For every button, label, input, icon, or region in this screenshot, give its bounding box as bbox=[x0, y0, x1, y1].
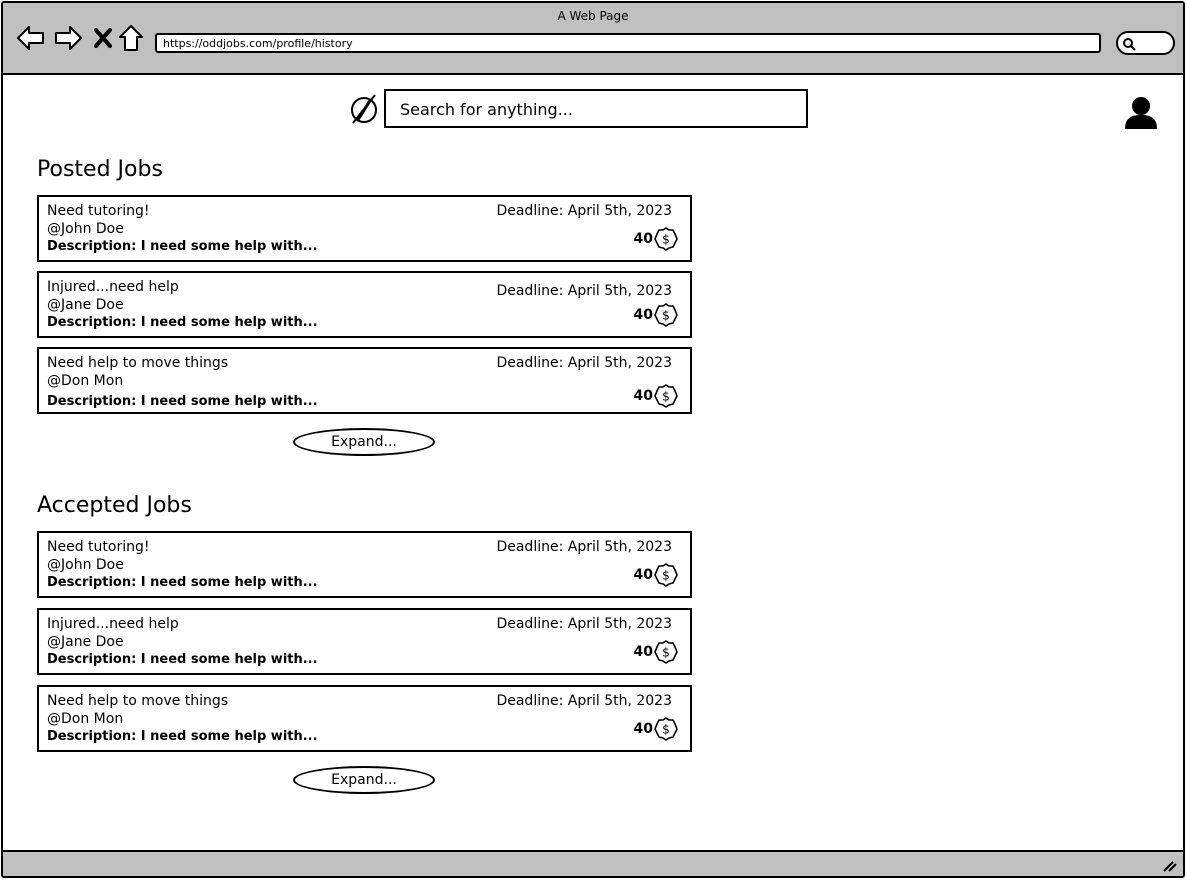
job-description: Description: I need some help with... bbox=[47, 729, 318, 744]
accepted-jobs-heading: Accepted Jobs bbox=[37, 493, 192, 518]
job-description: Description: I need some help with... bbox=[47, 239, 318, 254]
job-deadline: Deadline: April 5th, 2023 bbox=[496, 355, 672, 371]
svg-text:$: $ bbox=[662, 723, 670, 737]
posted-jobs-heading: Posted Jobs bbox=[37, 157, 163, 182]
accepted-job-card[interactable]: Injured...need help @Jane Doe Descriptio… bbox=[37, 608, 692, 675]
job-deadline: Deadline: April 5th, 2023 bbox=[496, 539, 672, 555]
job-description: Description: I need some help with... bbox=[47, 575, 318, 590]
home-button[interactable] bbox=[116, 23, 146, 53]
price-amount: 40 bbox=[633, 567, 653, 583]
dollar-coin-icon: $ bbox=[654, 717, 678, 741]
job-description: Description: I need some help with... bbox=[47, 394, 318, 409]
posted-job-card[interactable]: Injured...need help @Jane Doe Descriptio… bbox=[37, 271, 692, 338]
svg-text:$: $ bbox=[662, 309, 670, 323]
compass-icon[interactable] bbox=[349, 93, 379, 125]
browser-window: A Web Page https://oddjobs.com/profile/h… bbox=[1, 1, 1185, 878]
home-icon bbox=[119, 25, 143, 51]
dollar-coin-icon: $ bbox=[654, 303, 678, 327]
price-amount: 40 bbox=[633, 231, 653, 247]
search-input[interactable]: Search for anything... bbox=[384, 89, 808, 128]
job-description: Description: I need some help with... bbox=[47, 315, 318, 330]
back-button[interactable] bbox=[16, 23, 46, 53]
job-user[interactable]: @John Doe bbox=[47, 557, 124, 573]
status-bar bbox=[3, 850, 1183, 876]
posted-job-card[interactable]: Need help to move things @Don Mon Descri… bbox=[37, 347, 692, 414]
job-user[interactable]: @Don Mon bbox=[47, 711, 123, 727]
svg-text:$: $ bbox=[662, 569, 670, 583]
job-description: Description: I need some help with... bbox=[47, 652, 318, 667]
back-arrow-icon bbox=[17, 26, 44, 50]
window-title: A Web Page bbox=[557, 9, 629, 23]
svg-text:$: $ bbox=[662, 390, 670, 404]
resize-grip-icon[interactable] bbox=[1163, 860, 1177, 872]
dollar-coin-icon: $ bbox=[654, 563, 678, 587]
job-user[interactable]: @Jane Doe bbox=[47, 297, 124, 313]
svg-text:$: $ bbox=[662, 646, 670, 660]
job-price: 40 $ bbox=[634, 227, 678, 251]
url-bar[interactable]: https://oddjobs.com/profile/history bbox=[155, 33, 1101, 53]
job-price: 40 $ bbox=[634, 640, 678, 664]
user-icon[interactable] bbox=[1123, 95, 1159, 131]
price-amount: 40 bbox=[633, 307, 653, 323]
posted-job-card[interactable]: Need tutoring! @John Doe Description: I … bbox=[37, 195, 692, 262]
price-amount: 40 bbox=[633, 721, 653, 737]
accepted-expand-button[interactable]: Expand... bbox=[293, 766, 435, 794]
job-deadline: Deadline: April 5th, 2023 bbox=[496, 616, 672, 632]
job-price: 40 $ bbox=[634, 717, 678, 741]
forward-arrow-icon bbox=[55, 26, 82, 50]
svg-text:$: $ bbox=[662, 233, 670, 247]
close-icon bbox=[94, 28, 112, 48]
price-amount: 40 bbox=[633, 644, 653, 660]
job-title: Need help to move things bbox=[47, 355, 229, 371]
job-price: 40 $ bbox=[634, 563, 678, 587]
job-user[interactable]: @Jane Doe bbox=[47, 634, 124, 650]
browser-chrome: A Web Page https://oddjobs.com/profile/h… bbox=[3, 3, 1183, 75]
job-title: Injured...need help bbox=[47, 616, 179, 632]
job-user[interactable]: @John Doe bbox=[47, 221, 124, 237]
job-deadline: Deadline: April 5th, 2023 bbox=[496, 693, 672, 709]
browser-search-field[interactable] bbox=[1116, 31, 1175, 55]
price-amount: 40 bbox=[633, 388, 653, 404]
job-user[interactable]: @Don Mon bbox=[47, 373, 123, 389]
job-title: Need help to move things bbox=[47, 693, 229, 709]
stop-button[interactable] bbox=[88, 23, 118, 53]
dollar-coin-icon: $ bbox=[654, 384, 678, 408]
job-price: 40 $ bbox=[634, 384, 678, 408]
job-title: Need tutoring! bbox=[47, 539, 150, 555]
posted-expand-button[interactable]: Expand... bbox=[293, 428, 435, 456]
job-title: Need tutoring! bbox=[47, 203, 150, 219]
dollar-coin-icon: $ bbox=[654, 227, 678, 251]
job-title: Injured...need help bbox=[47, 279, 179, 295]
forward-button[interactable] bbox=[53, 23, 83, 53]
search-icon bbox=[1123, 38, 1136, 51]
dollar-coin-icon: $ bbox=[654, 640, 678, 664]
accepted-job-card[interactable]: Need tutoring! @John Doe Description: I … bbox=[37, 531, 692, 598]
accepted-job-card[interactable]: Need help to move things @Don Mon Descri… bbox=[37, 685, 692, 752]
job-price: 40 $ bbox=[634, 303, 678, 327]
job-deadline: Deadline: April 5th, 2023 bbox=[496, 283, 672, 299]
job-deadline: Deadline: April 5th, 2023 bbox=[496, 203, 672, 219]
